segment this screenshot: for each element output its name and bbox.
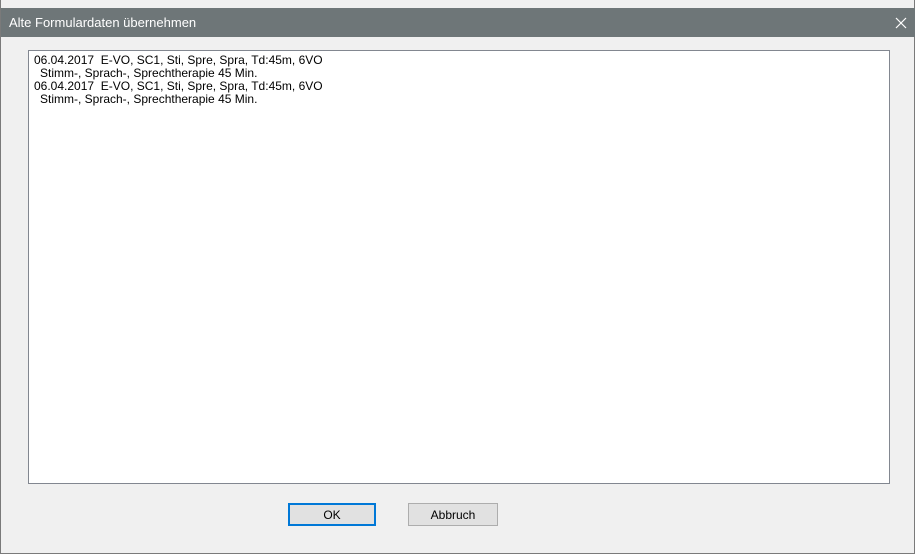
title-bar[interactable]: Alte Formulardaten übernehmen (1, 8, 915, 37)
cancel-button[interactable]: Abbruch (408, 503, 498, 526)
list-item[interactable]: 06.04.2017 E-VO, SC1, Sti, Spre, Spra, T… (29, 80, 889, 106)
dialog-window: Alte Formulardaten übernehmen 06.04.2017… (0, 0, 915, 554)
close-icon (895, 17, 907, 28)
list-item[interactable]: 06.04.2017 E-VO, SC1, Sti, Spre, Spra, T… (29, 54, 889, 80)
form-data-list[interactable]: 06.04.2017 E-VO, SC1, Sti, Spre, Spra, T… (28, 50, 890, 484)
list-item-line2: Stimm-, Sprach-, Sprechtherapie 45 Min. (40, 92, 258, 106)
window-title: Alte Formulardaten übernehmen (9, 15, 197, 30)
ok-button[interactable]: OK (288, 503, 376, 526)
close-button[interactable] (886, 8, 915, 37)
